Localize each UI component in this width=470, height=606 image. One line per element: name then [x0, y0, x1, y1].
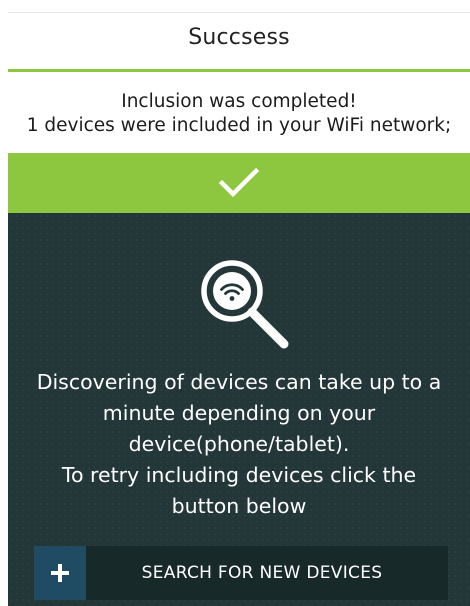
- title-underline: [8, 69, 470, 72]
- completion-message: Inclusion was completed! 1 devices were …: [8, 90, 470, 138]
- info-line: Discovering of devices can take up to a: [36, 370, 442, 394]
- info-line: device(phone/tablet).: [128, 432, 350, 456]
- completion-message-line2: 1 devices were included in your WiFi net…: [26, 115, 452, 136]
- info-line: button below: [171, 494, 307, 518]
- discovery-info-text: Discovering of devices can take up to a …: [26, 367, 452, 522]
- search-new-devices-button[interactable]: SEARCH FOR NEW DEVICES: [34, 546, 448, 600]
- search-button-label: SEARCH FOR NEW DEVICES: [141, 563, 383, 583]
- success-banner: [8, 153, 470, 213]
- completion-message-line1: Inclusion was completed!: [121, 91, 357, 112]
- info-line: minute depending on your: [102, 401, 376, 425]
- info-line: To retry including devices click the: [61, 463, 417, 487]
- wifi-search-icon: [201, 260, 289, 349]
- top-divider: [8, 12, 470, 13]
- checkmark-icon: [218, 167, 260, 198]
- page-title: Succsess: [188, 25, 290, 50]
- plus-icon: [34, 546, 86, 600]
- discovery-panel: Discovering of devices can take up to a …: [8, 213, 470, 606]
- success-screen: Succsess Inclusion was completed! 1 devi…: [0, 0, 470, 606]
